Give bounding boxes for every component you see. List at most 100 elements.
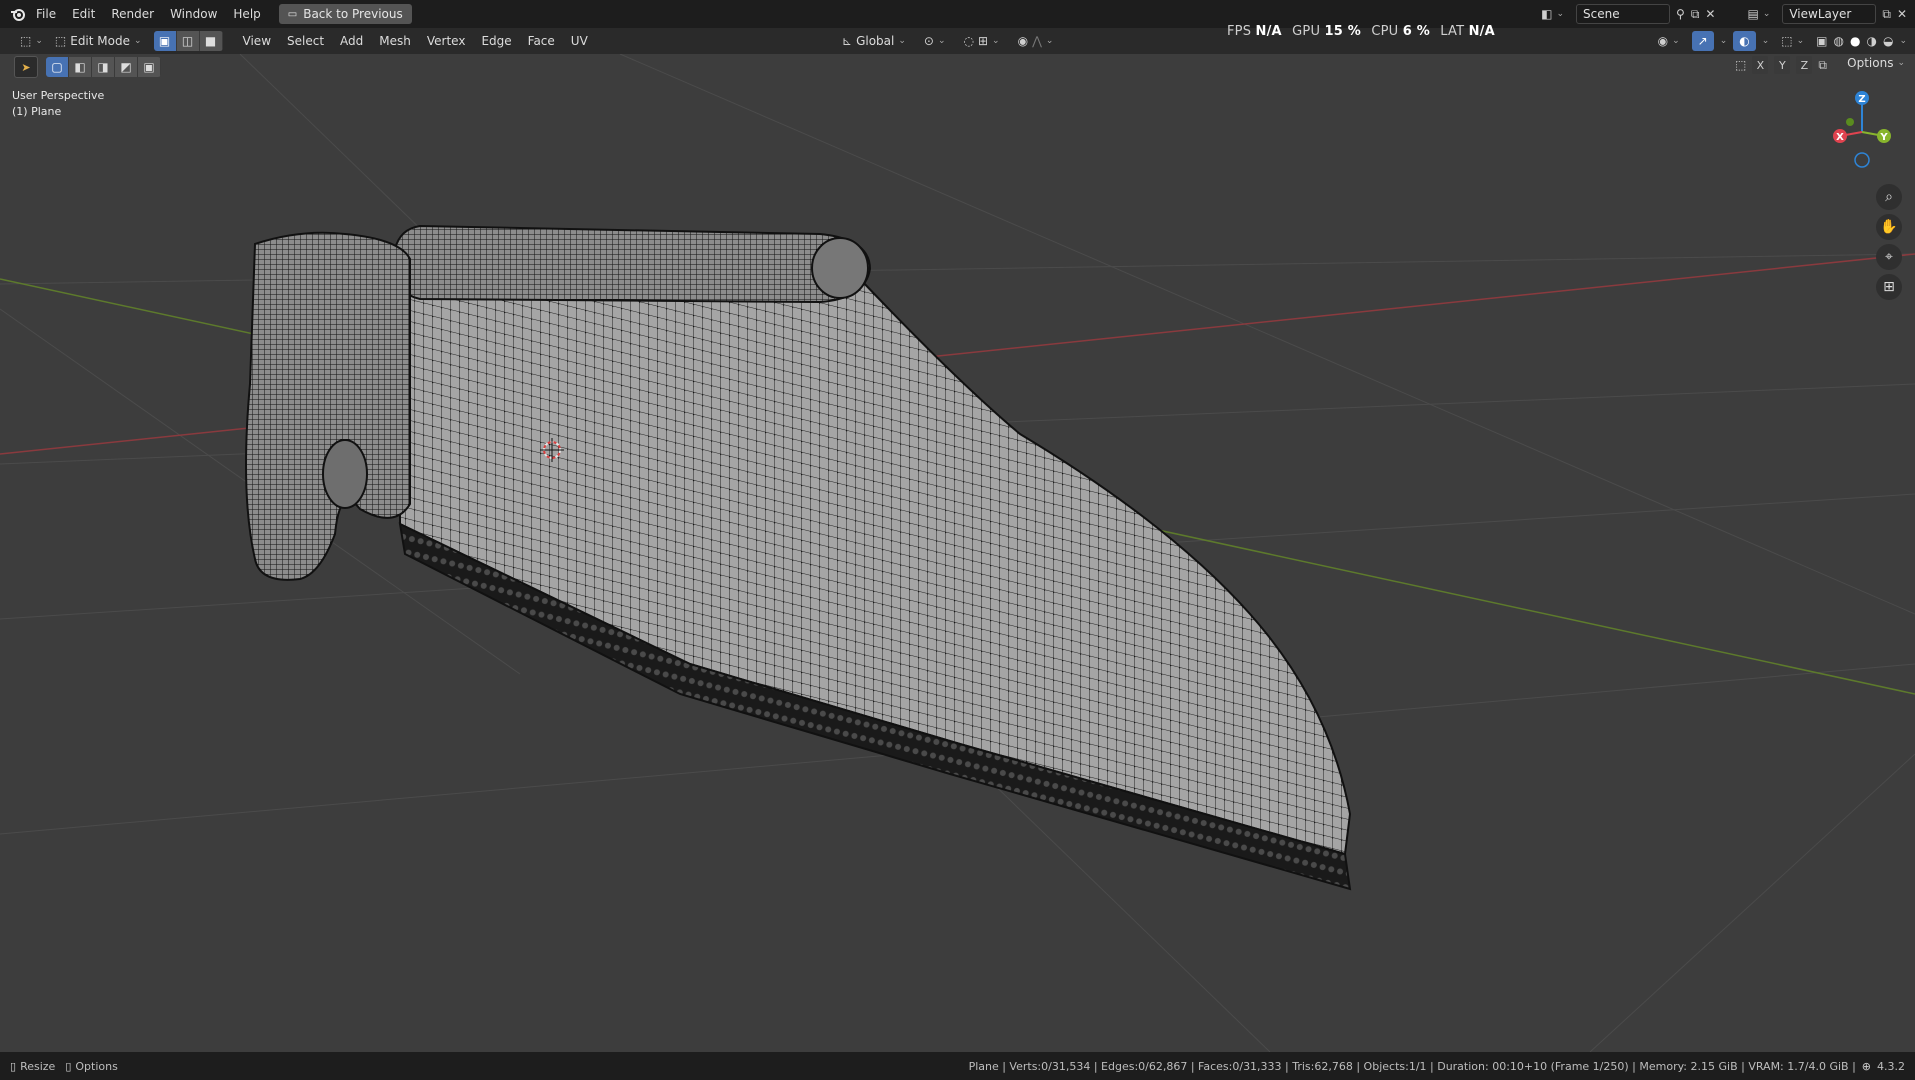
network-icon: ⊕ <box>1861 1059 1871 1073</box>
viewlayer-name: ViewLayer <box>1789 7 1852 21</box>
menu-window[interactable]: Window <box>162 7 225 21</box>
back-icon: ▭ <box>287 8 298 20</box>
menu-view[interactable]: View <box>235 34 279 48</box>
edit-mode-icon: ⬚ <box>54 34 67 48</box>
scene-selector-icon[interactable]: ◧ ⌄ <box>1535 4 1570 24</box>
visibility-icon[interactable]: ◉ ⌄ <box>1652 31 1686 51</box>
menu-uv[interactable]: UV <box>563 34 596 48</box>
viewport-header: ⬚ ⌄ ⬚ Edit Mode ⌄ ▣ ◫ ■ View Select Add M… <box>0 28 1915 54</box>
mesh-edit-overlay-icon[interactable]: ⬚ ⌄ <box>1775 31 1810 51</box>
chevron-down-icon: ⌄ <box>133 36 142 46</box>
gizmo-y-label: Y <box>1879 132 1888 143</box>
menu-edge[interactable]: Edge <box>473 34 519 48</box>
select-tool-icon[interactable]: ➤ <box>14 56 38 78</box>
pivot-icon[interactable]: ⊙ ⌄ <box>918 31 952 51</box>
zoom-icon[interactable]: ⌕ <box>1876 184 1902 210</box>
delete-viewlayer-icon[interactable]: ✕ <box>1897 7 1907 21</box>
status-options: Options <box>75 1059 118 1073</box>
mesh-render <box>0 54 1915 1052</box>
menu-face[interactable]: Face <box>520 34 563 48</box>
extend-selection-icon[interactable]: ◧ <box>69 57 92 77</box>
viewport-info: User Perspective (1) Plane <box>12 88 104 120</box>
editor-type-icon[interactable]: ⬚ ⌄ <box>14 31 49 51</box>
menu-mesh[interactable]: Mesh <box>371 34 419 48</box>
menu-vertex[interactable]: Vertex <box>419 34 474 48</box>
intersect-selection-icon[interactable]: ▣ <box>138 57 161 77</box>
mouse-right-icon: ▯ <box>65 1059 72 1073</box>
tool-row: ➤ ▢ ◧ ◨ ◩ ▣ <box>14 56 161 78</box>
hand-pan-icon[interactable]: ✋ <box>1876 214 1902 240</box>
menu-select[interactable]: Select <box>279 34 332 48</box>
scene-statistics: Plane | Verts:0/31,534 | Edges:0/62,867 … <box>968 1059 1856 1073</box>
delete-scene-icon[interactable]: ✕ <box>1705 7 1715 21</box>
orientation-dropdown[interactable]: ⊾ Global ⌄ <box>836 31 912 51</box>
cpu-value: 6 % <box>1402 24 1430 39</box>
mode-dropdown[interactable]: ⬚ Edit Mode ⌄ <box>49 31 148 51</box>
vertex-select-icon[interactable]: ▣ <box>153 31 177 51</box>
top-bar: File Edit Render Window Help ▭ Back to P… <box>0 0 1915 28</box>
selection-mode-group: ▢ ◧ ◨ ◩ ▣ <box>46 57 161 77</box>
options-label: Options <box>1847 56 1894 70</box>
camera-icon[interactable]: ⌖ <box>1876 244 1902 270</box>
top-bar-mesh <box>394 224 872 304</box>
blender-version: 4.3.2 <box>1877 1059 1905 1073</box>
solid-shading-icon[interactable]: ● <box>1850 34 1860 48</box>
chevron-down-icon: ⌄ <box>898 36 906 46</box>
mouse-icon: ▯ <box>10 1059 17 1073</box>
scene-name: Scene <box>1583 7 1620 21</box>
new-viewlayer-icon[interactable]: ⧉ <box>1882 7 1891 22</box>
orientation-icon: ⊾ <box>842 34 853 48</box>
axis-lock-group: ⬚ X Y Z ⧉ <box>1735 56 1827 74</box>
face-select-icon[interactable]: ■ <box>199 31 223 51</box>
gizmo-toggle-icon[interactable]: ↗ <box>1691 31 1714 51</box>
navigation-gizmo[interactable]: Z Y X <box>1828 88 1898 168</box>
menu-file[interactable]: File <box>28 7 64 21</box>
fps-value: N/A <box>1255 24 1282 39</box>
active-object-label: (1) Plane <box>12 105 62 118</box>
pin-icon[interactable]: ⚲ <box>1676 7 1685 21</box>
subtract-selection-icon[interactable]: ◨ <box>92 57 115 77</box>
performance-overlay: FPS N/A GPU 15 % CPU 6 % LAT N/A <box>1227 24 1501 39</box>
gizmo-z-label: Z <box>1858 94 1865 105</box>
new-scene-icon[interactable]: ⧉ <box>1691 7 1700 22</box>
handle-mesh <box>245 231 411 581</box>
scene-name-field[interactable]: Scene <box>1576 4 1671 24</box>
material-shading-icon[interactable]: ◑ <box>1866 34 1876 48</box>
rendered-shading-icon[interactable]: ◒ <box>1883 34 1893 48</box>
viewlayer-name-field[interactable]: ViewLayer <box>1782 4 1877 24</box>
gpu-label: GPU <box>1292 24 1321 39</box>
grid-icon[interactable]: ⊞ <box>1876 274 1902 300</box>
wireframe-shading-icon[interactable]: ◍ <box>1834 34 1844 48</box>
3d-viewport[interactable]: ➤ ▢ ◧ ◨ ◩ ▣ User Perspective (1) Plane ⬚… <box>0 54 1915 1052</box>
lat-value: N/A <box>1468 24 1495 39</box>
status-bar: ▯ Resize ▯ Options Plane | Verts:0/31,53… <box>0 1052 1915 1080</box>
axis-y-toggle[interactable]: Y <box>1774 56 1791 74</box>
back-to-previous-button[interactable]: ▭ Back to Previous <box>278 4 412 24</box>
snap-icon[interactable]: ◌ ⊞ ⌄ <box>958 31 1006 51</box>
cpu-label: CPU <box>1371 24 1399 39</box>
back-to-previous-label: Back to Previous <box>303 7 403 21</box>
mirror-icon[interactable]: ⬚ <box>1735 58 1746 72</box>
fps-label: FPS <box>1227 24 1252 39</box>
axis-z-toggle[interactable]: Z <box>1796 56 1813 74</box>
view-name: User Perspective <box>12 89 105 102</box>
overlay-toggle-icon[interactable]: ◐ <box>1733 31 1756 51</box>
axis-x-toggle[interactable]: X <box>1752 56 1769 74</box>
options-dropdown[interactable]: Options ⌄ <box>1847 56 1905 70</box>
xray-icon[interactable]: ▣ <box>1816 34 1827 48</box>
menu-edit[interactable]: Edit <box>64 7 103 21</box>
mode-label: Edit Mode <box>70 34 130 48</box>
viewlayer-selector-icon[interactable]: ▤ ⌄ <box>1741 4 1776 24</box>
invert-selection-icon[interactable]: ◩ <box>115 57 138 77</box>
menu-add[interactable]: Add <box>332 34 371 48</box>
auto-merge-icon[interactable]: ⧉ <box>1818 58 1827 73</box>
menu-help[interactable]: Help <box>225 7 268 21</box>
blender-logo-icon[interactable] <box>8 7 28 21</box>
lat-label: LAT <box>1440 24 1465 39</box>
proportional-icon[interactable]: ◉ ⋀ ⌄ <box>1012 31 1060 51</box>
set-selection-icon[interactable]: ▢ <box>46 57 69 77</box>
chevron-down-icon: ⌄ <box>1897 58 1905 68</box>
edge-select-icon[interactable]: ◫ <box>176 31 200 51</box>
select-mode-group: ▣ ◫ ■ <box>153 31 223 51</box>
menu-render[interactable]: Render <box>103 7 162 21</box>
